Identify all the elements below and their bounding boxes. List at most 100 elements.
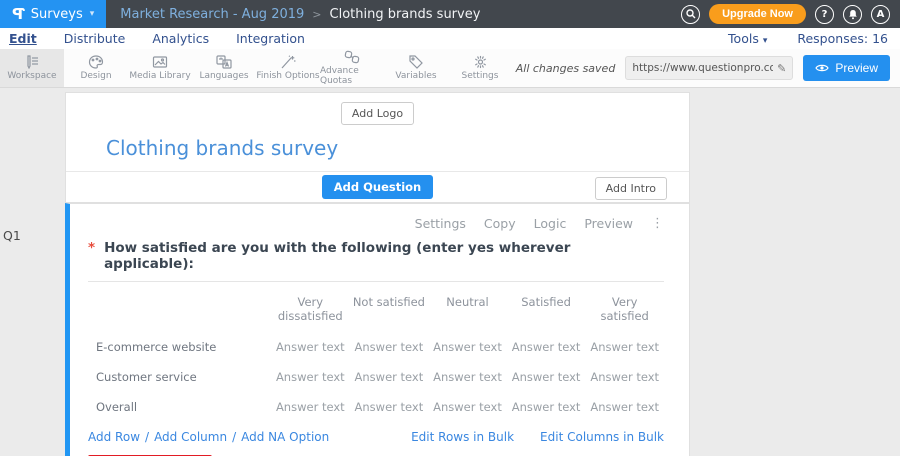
add-na-option-link[interactable]: Add NA Option	[241, 430, 329, 444]
account-avatar[interactable]: A	[871, 5, 890, 24]
toolbar-item-languages[interactable]: Languages	[192, 49, 256, 87]
add-logo-button[interactable]: Add Logo	[341, 102, 414, 125]
question-text[interactable]: How satisfied are you with the following…	[104, 240, 664, 272]
answer-cell[interactable]: Answer text	[585, 362, 664, 392]
product-name: Surveys	[31, 7, 83, 22]
top-bar: Ƥ Surveys ▾ Market Research - Aug 2019 >…	[0, 0, 900, 28]
answer-cell[interactable]: Answer text	[428, 362, 507, 392]
validation-row: Validation Force Response ▾ Force Respon…	[88, 448, 664, 456]
help-button[interactable]: ?	[815, 5, 834, 24]
survey-title[interactable]: Clothing brands survey	[106, 136, 689, 160]
answer-cell[interactable]: Answer text	[350, 362, 429, 392]
toolbar-item-finish-options[interactable]: Finish Options	[256, 49, 320, 87]
answer-cell[interactable]: Answer text	[585, 332, 664, 362]
question-preview-link[interactable]: Preview	[584, 216, 633, 231]
tab-analytics[interactable]: Analytics	[152, 31, 209, 46]
answer-cell[interactable]: Answer text	[507, 332, 586, 362]
question-actions: Settings Copy Logic Preview ⋮	[88, 204, 664, 231]
tab-integration[interactable]: Integration	[236, 31, 305, 46]
answer-cell[interactable]: Answer text	[350, 392, 429, 422]
question-number-label: Q1	[3, 228, 21, 243]
column-header[interactable]: Very satisfied	[585, 286, 664, 332]
chevron-down-icon: ▾	[763, 36, 768, 46]
answer-cell[interactable]: Answer text	[507, 392, 586, 422]
question-card: Settings Copy Logic Preview ⋮ * How sati…	[65, 203, 690, 456]
column-header[interactable]: Neutral	[428, 286, 507, 332]
answer-cell[interactable]: Answer text	[271, 392, 350, 422]
magic-wand-icon	[280, 55, 296, 69]
add-question-button-top[interactable]: Add Question	[322, 175, 434, 199]
toolbar-item-design[interactable]: Design	[64, 49, 128, 87]
nav-right: Tools ▾ Responses: 16	[728, 31, 900, 46]
add-column-link[interactable]: Add Column	[154, 430, 227, 444]
preview-button[interactable]: Preview	[803, 55, 890, 81]
topbar-actions: Upgrade Now ? A	[681, 4, 900, 24]
matrix-edit-links: Add Row / Add Column / Add NA Option Edi…	[88, 430, 664, 444]
tag-icon	[408, 55, 424, 69]
answer-cell[interactable]: Answer text	[585, 392, 664, 422]
image-icon	[152, 55, 168, 69]
row-label[interactable]: Customer service	[88, 362, 271, 392]
toolbar-item-advance-quotas[interactable]: Advance Quotas	[320, 49, 384, 87]
row-label[interactable]: Overall	[88, 392, 271, 422]
edit-url-icon[interactable]: ✎	[777, 62, 786, 75]
toolbar-item-variables[interactable]: Variables	[384, 49, 448, 87]
section-nav: Edit Distribute Analytics Integration To…	[0, 28, 900, 49]
chain-link-icon	[344, 50, 360, 64]
chevron-down-icon: ▾	[90, 9, 95, 19]
answer-cell[interactable]: Answer text	[507, 362, 586, 392]
notifications-button[interactable]	[843, 5, 862, 24]
column-header[interactable]: Satisfied	[507, 286, 586, 332]
toolbar-item-media-library[interactable]: Media Library	[128, 49, 192, 87]
tab-edit[interactable]: Edit	[9, 31, 37, 46]
edit-rows-in-bulk-link[interactable]: Edit Rows in Bulk	[411, 430, 514, 444]
survey-url-field[interactable]: ✎	[625, 56, 793, 80]
answer-cell[interactable]: Answer text	[428, 332, 507, 362]
save-status: All changes saved	[516, 62, 616, 75]
workspace-icon	[24, 55, 40, 69]
edit-columns-in-bulk-link[interactable]: Edit Columns in Bulk	[540, 430, 664, 444]
search-icon	[686, 9, 696, 19]
survey-header-card: Add Logo Clothing brands survey Add Ques…	[65, 92, 690, 203]
answer-cell[interactable]: Answer text	[428, 392, 507, 422]
question-logic-link[interactable]: Logic	[534, 216, 567, 231]
breadcrumb-separator-icon: >	[312, 8, 321, 21]
required-asterisk: *	[88, 240, 95, 272]
questionpro-logo-icon: Ƥ	[12, 5, 24, 23]
toolbar-right: All changes saved ✎ Preview	[516, 49, 900, 87]
translate-icon	[216, 55, 233, 69]
tab-distribute[interactable]: Distribute	[64, 31, 126, 46]
eye-icon	[815, 63, 829, 73]
upgrade-now-button[interactable]: Upgrade Now	[709, 4, 806, 24]
gear-icon	[473, 55, 488, 69]
question-settings-link[interactable]: Settings	[415, 216, 466, 231]
column-header[interactable]: Very dissatisfied	[271, 286, 350, 332]
responses-count[interactable]: Responses: 16	[797, 31, 888, 46]
search-button[interactable]	[681, 5, 700, 24]
question-mark-icon: ?	[822, 9, 828, 20]
row-label[interactable]: E-commerce website	[88, 332, 271, 362]
answer-cell[interactable]: Answer text	[350, 332, 429, 362]
answer-cell[interactable]: Answer text	[271, 362, 350, 392]
more-options-icon[interactable]: ⋮	[651, 216, 664, 231]
avatar-initial: A	[877, 9, 885, 20]
editor-toolbar: Workspace Design Media Library Languages…	[0, 49, 900, 88]
matrix-table: Very dissatisfied Not satisfied Neutral …	[88, 286, 664, 422]
surveys-product-menu[interactable]: Ƥ Surveys ▾	[0, 0, 106, 28]
tools-menu[interactable]: Tools ▾	[728, 31, 767, 46]
breadcrumb-folder[interactable]: Market Research - Aug 2019	[120, 7, 304, 22]
nav-tabs: Edit Distribute Analytics Integration	[0, 31, 305, 46]
bell-icon	[848, 9, 858, 20]
palette-icon	[88, 55, 104, 69]
toolbar-item-workspace[interactable]: Workspace	[0, 49, 64, 87]
column-header[interactable]: Not satisfied	[350, 286, 429, 332]
toolbar-item-settings[interactable]: Settings	[448, 49, 512, 87]
breadcrumb: Market Research - Aug 2019 > Clothing br…	[120, 7, 480, 22]
add-intro-button[interactable]: Add Intro	[595, 177, 667, 200]
add-row-link[interactable]: Add Row	[88, 430, 140, 444]
answer-cell[interactable]: Answer text	[271, 332, 350, 362]
question-copy-link[interactable]: Copy	[484, 216, 516, 231]
survey-canvas: Q1 Add Logo Clothing brands survey Add Q…	[0, 88, 900, 456]
breadcrumb-survey-name: Clothing brands survey	[330, 7, 481, 22]
survey-url-input[interactable]	[632, 62, 773, 74]
